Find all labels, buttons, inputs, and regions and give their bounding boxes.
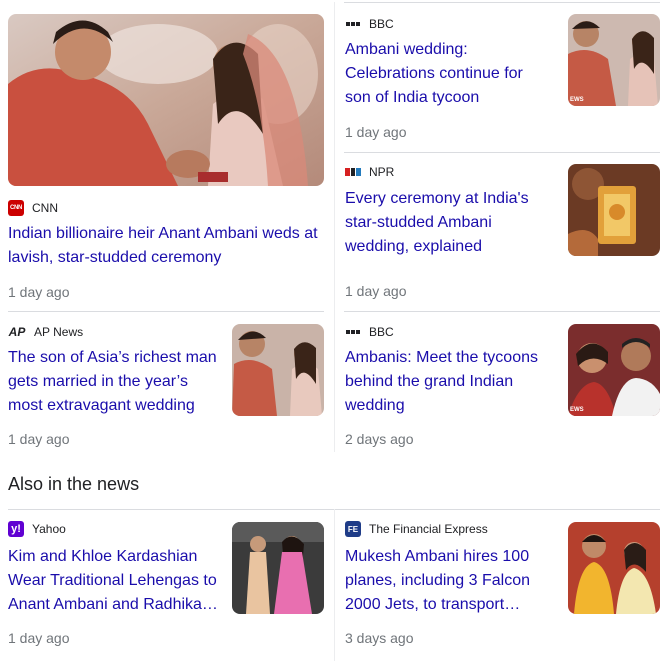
article-time: 1 day ago [8, 284, 70, 300]
article-thumbnail[interactable] [568, 164, 660, 256]
source-name: BBC [369, 17, 394, 31]
article-title[interactable]: The son of Asia’s richest man gets marri… [8, 346, 218, 418]
article-time: 1 day ago [345, 283, 407, 299]
bbc-logo-icon [345, 324, 361, 340]
cnn-logo-icon: CNN [8, 200, 24, 216]
source-name: BBC [369, 325, 394, 339]
news-card-bbc-2[interactable]: BBC Ambanis: Meet the tycoons behind the… [335, 312, 666, 452]
news-card-bbc-1[interactable]: BBC Ambani wedding: Celebrations continu… [335, 2, 666, 152]
news-card-yahoo[interactable]: y! Yahoo Kim and Khloe Kardashian Wear T… [0, 510, 334, 661]
ap-logo-icon: AP [8, 325, 26, 339]
source-name: AP News [34, 325, 84, 339]
article-time: 1 day ago [8, 431, 70, 447]
article-title[interactable]: Kim and Khloe Kardashian Wear Traditiona… [8, 545, 218, 617]
source-financial-express[interactable]: FE The Financial Express [345, 521, 488, 537]
article-thumbnail[interactable]: EWS [568, 324, 660, 416]
yahoo-logo-icon: y! [8, 521, 24, 537]
thumbnail-watermark: EWS [570, 97, 584, 103]
news-card-financial-express[interactable]: FE The Financial Express Mukesh Ambani h… [335, 510, 666, 661]
npr-logo-icon [345, 168, 362, 176]
wedding-hero-image[interactable] [8, 14, 324, 186]
source-bbc[interactable]: BBC [345, 324, 394, 340]
also-in-news-heading: Also in the news [8, 474, 140, 494]
article-time: 2 days ago [345, 431, 414, 447]
news-card-ap[interactable]: AP AP News The son of Asia’s richest man… [0, 312, 334, 452]
article-thumbnail[interactable] [232, 324, 324, 416]
article-title[interactable]: Every ceremony at India's star-studded A… [345, 187, 545, 259]
article-title[interactable]: Mukesh Ambani hires 100 planes, includin… [345, 545, 545, 617]
article-title[interactable]: Ambanis: Meet the tycoons behind the gra… [345, 346, 545, 418]
source-cnn[interactable]: CNN CNN [8, 200, 58, 216]
source-yahoo[interactable]: y! Yahoo [8, 521, 66, 537]
source-ap[interactable]: AP AP News [8, 324, 83, 340]
source-bbc[interactable]: BBC [345, 16, 394, 32]
bbc-logo-icon [345, 16, 361, 32]
article-thumbnail[interactable] [568, 522, 660, 614]
source-name: NPR [369, 165, 395, 179]
article-time: 1 day ago [8, 630, 70, 646]
source-name: Yahoo [32, 522, 66, 536]
article-thumbnail[interactable]: EWS [568, 14, 660, 106]
article-title[interactable]: Indian billionaire heir Anant Ambani wed… [8, 222, 324, 270]
article-thumbnail[interactable] [232, 522, 324, 614]
article-title[interactable]: Ambani wedding: Celebrations continue fo… [345, 38, 545, 110]
article-time: 1 day ago [345, 124, 407, 140]
thumbnail-watermark: EWS [570, 407, 584, 413]
source-name: The Financial Express [369, 522, 488, 536]
source-npr[interactable]: NPR [345, 165, 394, 179]
news-card-cnn[interactable]: CNN CNN Indian billionaire heir Anant Am… [0, 0, 334, 311]
article-time: 3 days ago [345, 630, 414, 646]
source-name: CNN [32, 201, 58, 215]
financial-express-logo-icon: FE [345, 521, 361, 537]
news-card-npr[interactable]: NPR Every ceremony at India's star-studd… [335, 153, 666, 311]
